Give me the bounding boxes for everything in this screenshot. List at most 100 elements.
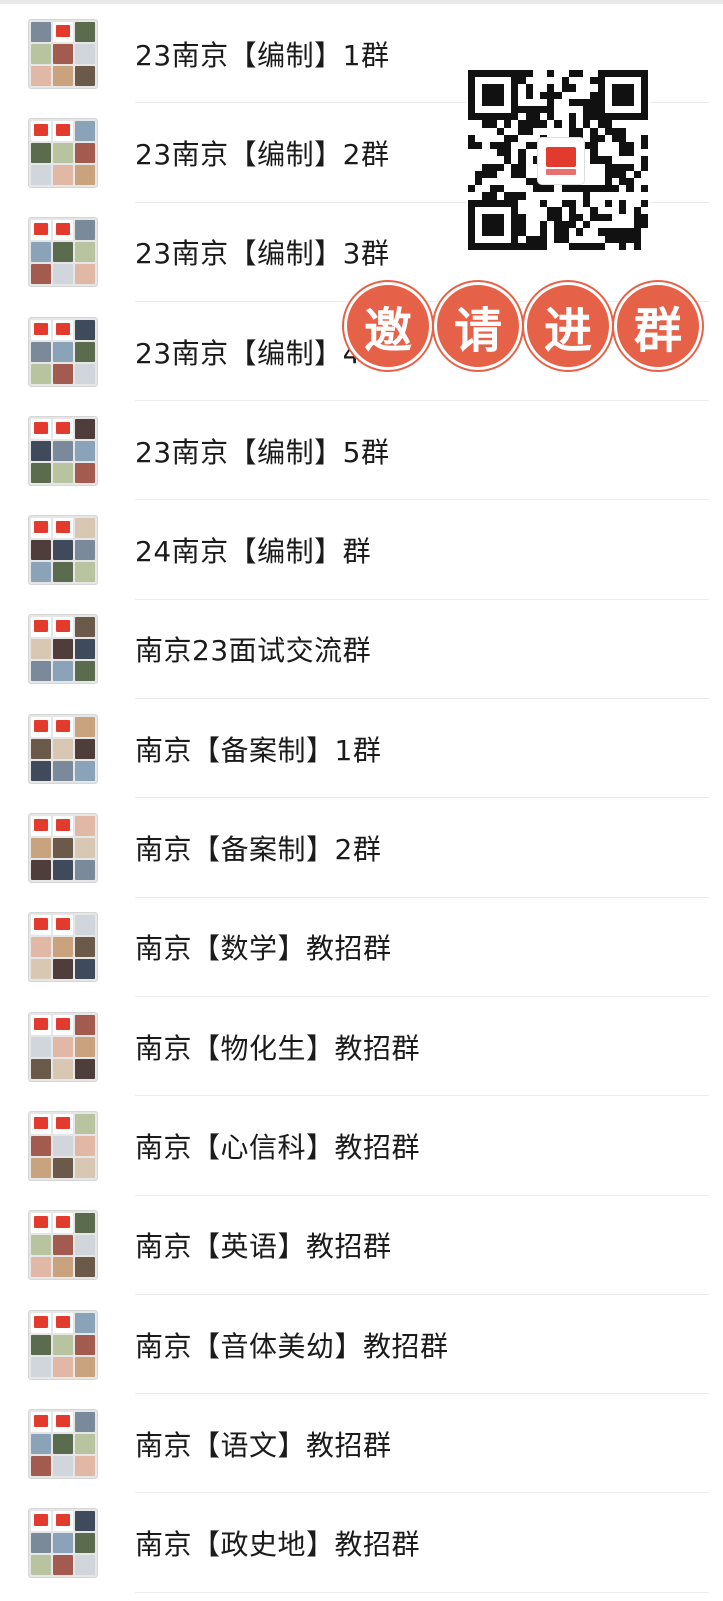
member-thumbnail (75, 816, 95, 837)
member-thumbnail (53, 860, 73, 881)
member-thumbnail (75, 1334, 95, 1355)
member-thumbnail (53, 65, 73, 86)
member-thumbnail (31, 341, 51, 362)
member-thumbnail (53, 540, 73, 561)
member-thumbnail (75, 1135, 95, 1156)
brand-thumbnail (53, 816, 73, 837)
group-name: 南京【心信科】教招群 (135, 1130, 421, 1164)
member-thumbnail (75, 363, 95, 384)
member-thumbnail (31, 1135, 51, 1156)
member-thumbnail (53, 1356, 73, 1377)
brand-thumbnail (31, 518, 51, 539)
member-thumbnail (75, 540, 95, 561)
member-thumbnail (75, 65, 95, 86)
brand-logo-icon (538, 138, 584, 184)
member-thumbnail (31, 760, 51, 781)
member-thumbnail (53, 1235, 73, 1256)
member-thumbnail (53, 738, 73, 759)
group-name: 南京【音体美幼】教招群 (135, 1329, 449, 1363)
member-thumbnail (31, 937, 51, 958)
member-thumbnail (75, 1312, 95, 1333)
invite-badges: 邀 请 进 群 (344, 282, 704, 374)
member-thumbnail (75, 220, 95, 241)
brand-thumbnail (53, 1014, 73, 1035)
brand-thumbnail (53, 120, 73, 141)
member-thumbnail (75, 661, 95, 682)
member-thumbnail (31, 1157, 51, 1178)
member-thumbnail (75, 760, 95, 781)
group-avatar (28, 713, 98, 784)
member-thumbnail (31, 43, 51, 64)
member-thumbnail (53, 1036, 73, 1057)
member-thumbnail (75, 43, 95, 64)
member-thumbnail (31, 738, 51, 759)
invite-char-badge: 群 (614, 282, 702, 370)
member-thumbnail (75, 1235, 95, 1256)
brand-thumbnail (31, 1511, 51, 1532)
member-thumbnail (75, 1356, 95, 1377)
member-thumbnail (53, 43, 73, 64)
brand-thumbnail (31, 816, 51, 837)
member-thumbnail (75, 164, 95, 185)
group-avatar (28, 1011, 98, 1082)
member-thumbnail (75, 716, 95, 737)
member-thumbnail (31, 1334, 51, 1355)
member-thumbnail (75, 617, 95, 638)
brand-mark-caption (546, 169, 576, 175)
member-thumbnail (75, 959, 95, 980)
list-item[interactable]: 南京【物化生】教招群 (0, 997, 723, 1097)
member-thumbnail (53, 937, 73, 958)
group-name: 南京【数学】教招群 (135, 932, 392, 966)
member-thumbnail (75, 1257, 95, 1278)
group-avatar (28, 813, 98, 884)
list-item[interactable]: 南京【音体美幼】教招群 (0, 1295, 723, 1395)
list-item[interactable]: 23南京【编制】5群 (0, 401, 723, 501)
member-thumbnail (75, 1058, 95, 1079)
member-thumbnail (31, 1533, 51, 1554)
member-thumbnail (75, 738, 95, 759)
list-item[interactable]: 南京【政史地】教招群 (0, 1493, 723, 1593)
member-thumbnail (53, 1334, 73, 1355)
member-thumbnail (53, 363, 73, 384)
brand-thumbnail (31, 220, 51, 241)
member-thumbnail (75, 1411, 95, 1432)
member-thumbnail (53, 1433, 73, 1454)
member-thumbnail (53, 242, 73, 263)
brand-thumbnail (31, 319, 51, 340)
list-item[interactable]: 南京23面试交流群 (0, 600, 723, 700)
member-thumbnail (31, 959, 51, 980)
brand-thumbnail (31, 617, 51, 638)
list-item[interactable]: 南京【备案制】1群 (0, 699, 723, 799)
member-thumbnail (75, 341, 95, 362)
group-name: 南京【物化生】教招群 (135, 1031, 421, 1065)
group-avatar (28, 1408, 98, 1479)
brand-thumbnail (53, 518, 73, 539)
member-thumbnail (53, 1157, 73, 1178)
member-thumbnail (75, 21, 95, 42)
group-avatar (28, 415, 98, 486)
member-thumbnail (31, 1058, 51, 1079)
list-item[interactable]: 24南京【编制】群 (0, 500, 723, 600)
list-item[interactable]: 南京【英语】教招群 (0, 1196, 723, 1295)
invite-char-badge: 请 (434, 282, 522, 370)
group-avatar (28, 912, 98, 983)
list-item[interactable]: 南京【备案制】2群 (0, 798, 723, 898)
member-thumbnail (31, 363, 51, 384)
member-thumbnail (53, 462, 73, 483)
member-thumbnail (75, 1014, 95, 1035)
group-avatar (28, 316, 98, 387)
list-item[interactable]: 南京【语文】教招群 (0, 1394, 723, 1494)
list-item[interactable]: 南京【数学】教招群 (0, 898, 723, 997)
list-item[interactable]: 南京【心信科】教招群 (0, 1096, 723, 1196)
divider (135, 1591, 709, 1593)
member-thumbnail (75, 1511, 95, 1532)
brand-mark (546, 147, 576, 167)
member-thumbnail (75, 1433, 95, 1454)
brand-thumbnail (53, 1411, 73, 1432)
member-thumbnail (31, 838, 51, 859)
member-thumbnail (53, 1135, 73, 1156)
group-name: 南京【备案制】1群 (135, 733, 382, 767)
member-thumbnail (53, 164, 73, 185)
member-thumbnail (31, 661, 51, 682)
member-thumbnail (53, 1058, 73, 1079)
